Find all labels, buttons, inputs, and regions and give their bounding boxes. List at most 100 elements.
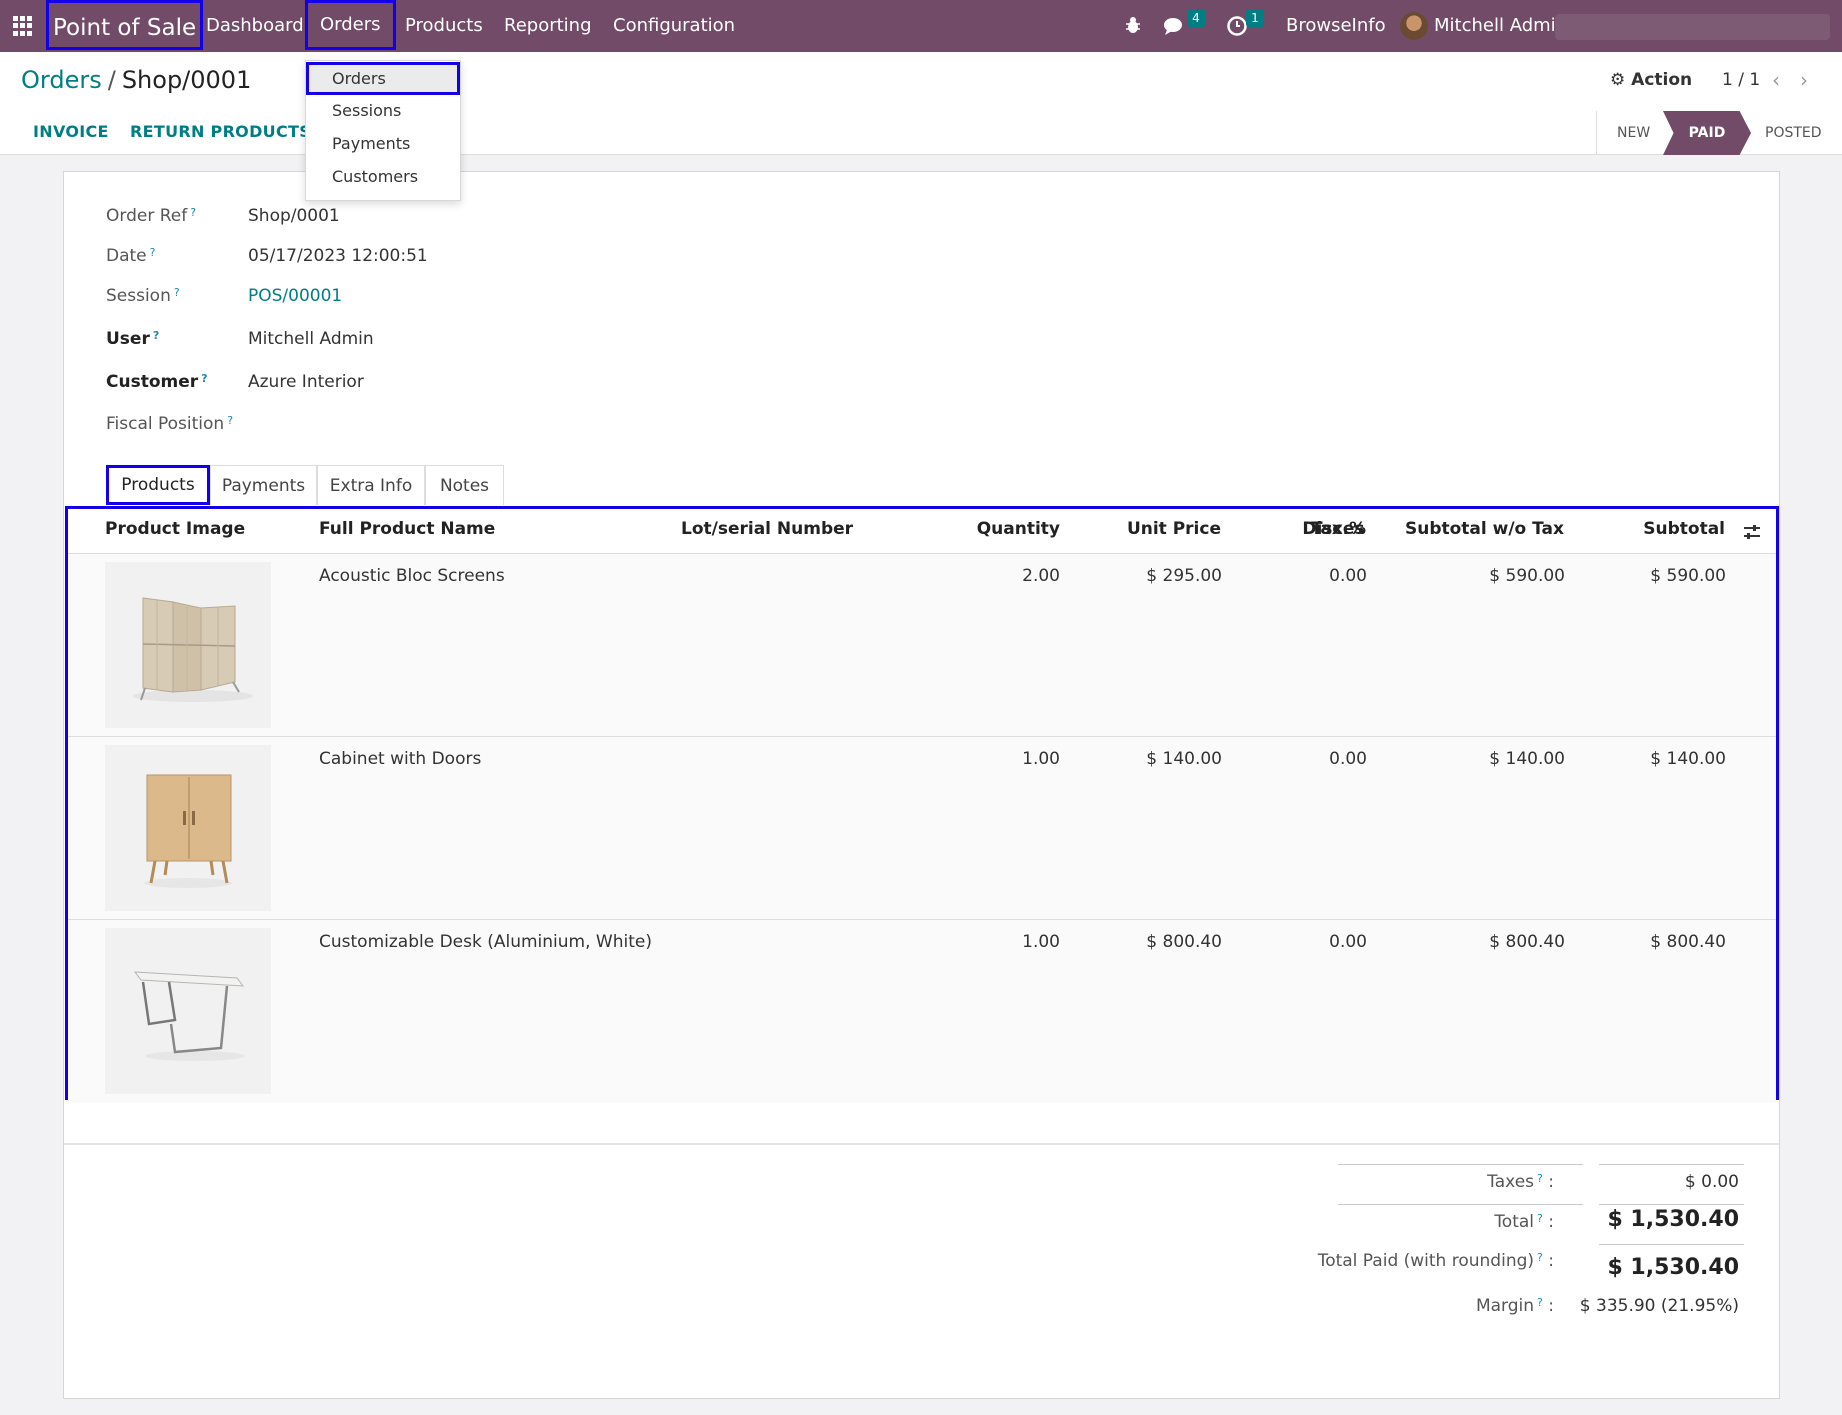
pager-next-icon[interactable]: › (1800, 68, 1808, 92)
help-icon[interactable]: ? (1537, 1212, 1543, 1225)
column-header-subtotal[interactable]: Subtotal (1588, 519, 1725, 539)
order-ref-label: Order Ref? (106, 206, 197, 226)
discount-cell: 0.00 (1329, 749, 1367, 769)
customer-field[interactable]: Azure Interior (248, 372, 364, 392)
column-header-subtotal-wo-tax[interactable]: Subtotal w/o Tax (1398, 519, 1564, 539)
menu-dashboard[interactable]: Dashboard (206, 0, 304, 52)
help-icon[interactable]: ? (1537, 1251, 1543, 1264)
breadcrumb: Orders / Shop/0001 (21, 66, 251, 94)
dropdown-item-payments[interactable]: Payments (306, 127, 462, 160)
form-sheet: Order Ref? Shop/0001 Date? 05/17/2023 12… (63, 171, 1780, 1399)
pager-previous-icon[interactable]: ‹ (1772, 68, 1780, 92)
menu-configuration[interactable]: Configuration (613, 0, 735, 52)
pager-value[interactable]: 1 / 1 (1722, 70, 1760, 90)
blurred-region (1555, 14, 1830, 40)
taxes-total-value: $ 0.00 (1684, 1172, 1739, 1192)
tab-payments[interactable]: Payments (210, 465, 317, 505)
unit-price-cell: $ 295.00 (1146, 566, 1222, 586)
apps-menu-icon[interactable] (13, 16, 33, 36)
breadcrumb-orders-link[interactable]: Orders (21, 66, 102, 94)
table-row[interactable]: Customizable Desk (Aluminium, White) 1.0… (68, 920, 1776, 1103)
quantity-cell: 1.00 (1022, 749, 1060, 769)
gear-icon: ⚙ (1610, 70, 1626, 90)
user-field[interactable]: Mitchell Admin (248, 329, 374, 349)
optional-columns-icon[interactable] (1743, 523, 1761, 541)
subtotal-cell: $ 140.00 (1650, 749, 1726, 769)
orders-dropdown-menu: Orders Sessions Payments Customers (305, 60, 461, 201)
help-icon[interactable]: ? (1537, 1296, 1543, 1309)
return-products-button[interactable]: RETURN PRODUCTS (130, 122, 311, 141)
debug-bug-icon[interactable] (1124, 14, 1142, 36)
messages-badge: 4 (1187, 9, 1205, 27)
invoice-button[interactable]: INVOICE (33, 122, 109, 141)
app-brand[interactable]: Point of Sale (46, 0, 204, 50)
tab-notes[interactable]: Notes (425, 465, 504, 505)
subtotal-wo-tax-cell: $ 140.00 (1489, 749, 1565, 769)
table-row[interactable]: Acoustic Bloc Screens 2.00 $ 295.00 0.00… (68, 554, 1776, 737)
session-link[interactable]: POS/00001 (248, 286, 342, 306)
product-name-cell: Customizable Desk (Aluminium, White) (319, 932, 652, 952)
stage-paid[interactable]: PAID (1663, 111, 1751, 155)
company-switcher[interactable]: BrowseInfo (1286, 0, 1386, 52)
activities-clock-icon[interactable] (1226, 15, 1248, 37)
column-header-taxes[interactable]: Taxes (1311, 519, 1365, 539)
help-icon[interactable]: ? (174, 286, 180, 299)
desk-illustration (133, 971, 245, 1061)
action-label: Action (1631, 70, 1693, 90)
column-header-unit-price[interactable]: Unit Price (1088, 519, 1221, 539)
column-header-product-image[interactable]: Product Image (105, 519, 245, 539)
product-image-desk (105, 928, 271, 1094)
acoustic-screen-illustration (133, 597, 253, 702)
section-divider (64, 1143, 1779, 1145)
help-icon[interactable]: ? (150, 246, 156, 259)
total-value: $ 1,530.40 (1607, 1207, 1739, 1232)
help-icon[interactable]: ? (190, 206, 196, 219)
user-label: User? (106, 329, 160, 349)
dropdown-item-sessions[interactable]: Sessions (306, 94, 462, 127)
totals-divider (1338, 1164, 1583, 1165)
tab-extra-info[interactable]: Extra Info (317, 465, 425, 505)
messages-chat-icon[interactable] (1163, 16, 1187, 36)
dropdown-item-orders[interactable]: Orders (306, 62, 460, 95)
column-header-full-product-name[interactable]: Full Product Name (319, 519, 495, 539)
column-header-lot-serial[interactable]: Lot/serial Number (681, 519, 853, 539)
date-value: 05/17/2023 12:00:51 (248, 246, 428, 266)
control-panel: Orders / Shop/0001 ⚙ Action 1 / 1 ‹ › INVO… (0, 52, 1842, 155)
help-icon[interactable]: ? (153, 329, 159, 342)
menu-reporting[interactable]: Reporting (504, 0, 592, 52)
subtotal-cell: $ 590.00 (1650, 566, 1726, 586)
action-menu-button[interactable]: ⚙ Action (1610, 70, 1692, 90)
discount-cell: 0.00 (1329, 932, 1367, 952)
dropdown-item-customers[interactable]: Customers (306, 160, 462, 193)
status-bar: NEW PAID POSTED (1596, 111, 1822, 155)
user-menu[interactable]: Mitchell Admin (1434, 0, 1567, 52)
product-name-cell: Acoustic Bloc Screens (319, 566, 505, 586)
totals-divider (1599, 1204, 1744, 1205)
order-ref-value: Shop/0001 (248, 206, 340, 226)
top-navbar: Point of Sale Dashboard Orders Products … (0, 0, 1842, 52)
session-label: Session? (106, 286, 180, 306)
help-icon[interactable]: ? (227, 414, 233, 427)
customer-label: Customer? (106, 372, 208, 392)
stage-posted[interactable]: POSTED (1765, 111, 1822, 155)
menu-products[interactable]: Products (405, 0, 483, 52)
discount-cell: 0.00 (1329, 566, 1367, 586)
date-label: Date? (106, 246, 156, 266)
total-label: Total? : (1494, 1212, 1554, 1232)
table-row[interactable]: Cabinet with Doors 1.00 $ 140.00 0.00 $ … (68, 737, 1776, 920)
subtotal-wo-tax-cell: $ 800.40 (1489, 932, 1565, 952)
column-header-quantity[interactable]: Quantity (930, 519, 1060, 539)
totals-divider (1599, 1164, 1744, 1165)
help-icon[interactable]: ? (1537, 1172, 1543, 1185)
quantity-cell: 1.00 (1022, 932, 1060, 952)
fiscal-position-field[interactable] (248, 414, 548, 436)
stage-new[interactable]: NEW (1617, 111, 1650, 155)
totals-divider (1599, 1244, 1744, 1245)
unit-price-cell: $ 140.00 (1146, 749, 1222, 769)
help-icon[interactable]: ? (201, 372, 207, 385)
tab-products[interactable]: Products (106, 465, 210, 505)
user-avatar[interactable] (1400, 12, 1428, 40)
unit-price-cell: $ 800.40 (1146, 932, 1222, 952)
order-lines-table: Product Image Full Product Name Lot/seri… (65, 506, 1779, 1103)
menu-orders[interactable]: Orders (305, 0, 396, 50)
